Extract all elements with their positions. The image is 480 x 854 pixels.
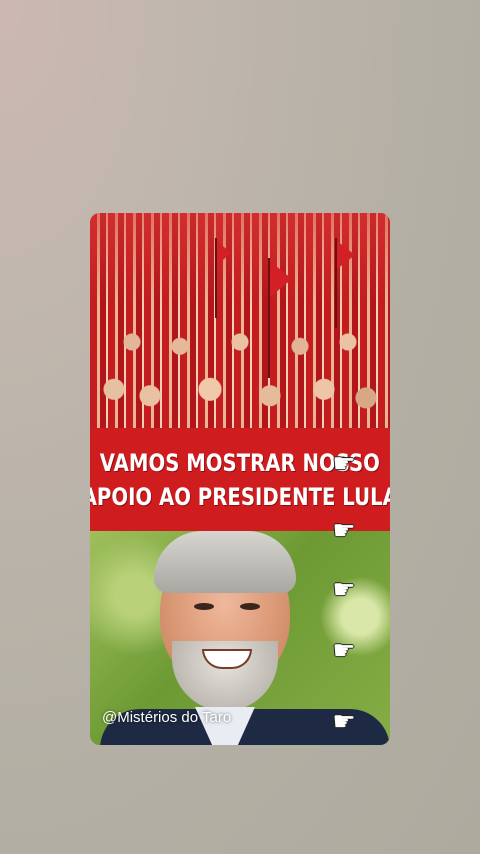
red-flag — [270, 261, 292, 297]
pointing-hand-icon: ☛ — [332, 635, 356, 665]
pointing-hand-icon: ☛ — [332, 574, 356, 604]
pointing-hand-icon: ☛ — [332, 515, 356, 545]
post-card[interactable]: VAMOS MOSTRAR NOSSO APOIO AO PRESIDENTE … — [90, 213, 390, 745]
red-flag — [217, 241, 231, 265]
watermark-text: @Mistérios do Taro — [102, 709, 232, 726]
headline-line-2: APOIO AO PRESIDENTE LULA — [90, 482, 390, 511]
pointing-hand-icon: ☛ — [332, 448, 356, 478]
crowd-photo — [90, 213, 390, 428]
red-flag — [337, 241, 355, 269]
pointing-hand-icon: ☛ — [332, 706, 356, 736]
